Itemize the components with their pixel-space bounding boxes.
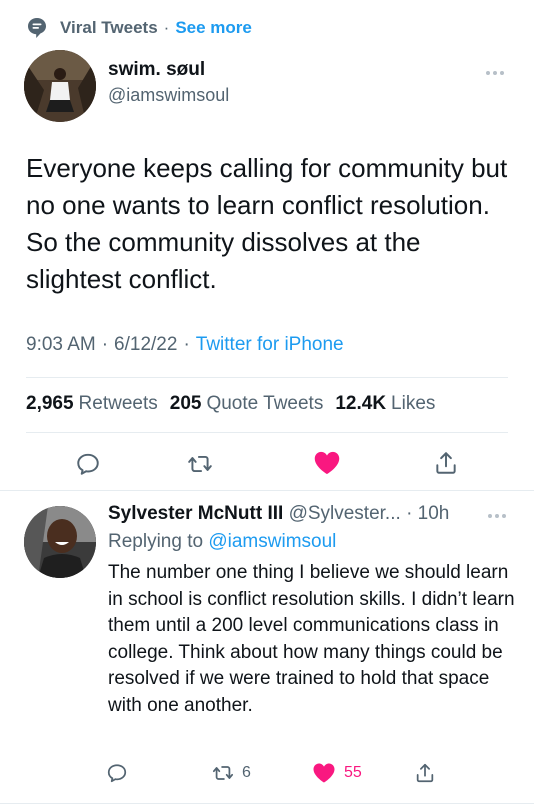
likes-stat[interactable]: 12.4K Likes	[335, 393, 447, 415]
reply-retweet-count: 6	[242, 764, 251, 781]
meta-separator: ·	[101, 334, 109, 355]
reply-header: Sylvester McNutt III @Sylvester... · 10h	[108, 500, 518, 528]
likes-count: 12.4K	[335, 393, 387, 414]
divider	[0, 490, 534, 491]
reply-like-button[interactable]: 55	[312, 760, 362, 786]
reply-avatar[interactable]	[24, 506, 96, 578]
likes-label: Likes	[391, 393, 436, 414]
replying-to: Replying to @iamswimsoul	[108, 528, 518, 556]
reply-separator: ·	[406, 503, 413, 524]
like-button[interactable]	[310, 447, 344, 479]
retweet-button[interactable]	[184, 448, 216, 480]
share-icon	[416, 763, 434, 783]
author-name[interactable]: swim. søul	[108, 58, 229, 82]
author-handle[interactable]: @iamswimsoul	[108, 82, 229, 108]
social-context[interactable]: Viral Tweets · See more	[26, 14, 252, 42]
reply-author-handle[interactable]: @Sylvester...	[289, 503, 401, 524]
quotes-label: Quote Tweets	[206, 393, 324, 414]
heart-icon	[313, 763, 335, 783]
divider	[26, 377, 508, 378]
context-label: Viral Tweets	[60, 18, 158, 37]
reply-author-name[interactable]: Sylvester McNutt III	[108, 503, 283, 524]
speech-bubble-icon	[26, 17, 48, 39]
retweets-stat[interactable]: 2,965 Retweets	[26, 393, 170, 415]
context-separator: ·	[163, 18, 170, 37]
meta-separator: ·	[183, 334, 190, 355]
tweet-date[interactable]: 6/12/22	[114, 334, 177, 356]
retweet-icon	[188, 455, 212, 473]
retweets-label: Retweets	[78, 393, 158, 414]
avatar[interactable]	[24, 50, 96, 122]
divider	[0, 803, 534, 804]
reply-more-options-icon[interactable]	[488, 512, 508, 520]
divider	[26, 432, 508, 433]
retweet-icon	[212, 766, 234, 780]
heart-icon	[314, 451, 340, 475]
quotes-stat[interactable]: 205 Quote Tweets	[170, 393, 336, 415]
reply-time[interactable]: 10h	[418, 503, 450, 524]
retweets-count: 2,965	[26, 393, 74, 414]
reply-button[interactable]	[72, 448, 104, 480]
reply-like-count: 55	[344, 764, 362, 781]
more-options-icon[interactable]	[486, 69, 506, 77]
replying-to-handle[interactable]: @iamswimsoul	[208, 531, 336, 552]
reply-retweet-button[interactable]: 6	[212, 760, 251, 786]
tweet-text: Everyone keeps calling for community but…	[26, 153, 508, 294]
replying-prefix: Replying to	[108, 531, 204, 552]
see-more-link[interactable]: See more	[175, 18, 252, 38]
share-icon	[436, 452, 456, 474]
tweet-time[interactable]: 9:03 AM	[26, 334, 96, 356]
reply-icon	[77, 453, 99, 475]
reply-share-button[interactable]	[414, 760, 436, 786]
tweet-author[interactable]: swim. søul @iamswimsoul	[24, 50, 229, 122]
reply-text: The number one thing I believe we should…	[108, 562, 515, 716]
reply-icon	[107, 764, 127, 783]
quotes-count: 205	[169, 393, 202, 414]
share-button[interactable]	[430, 447, 462, 479]
reply-reply-button[interactable]	[106, 760, 128, 786]
tweet-stats: 2,965 Retweets 205 Quote Tweets 12.4K Likes	[26, 393, 447, 415]
tweet-meta: 9:03 AM · 6/12/22 · Twitter for iPhone	[26, 334, 344, 356]
tweet-source[interactable]: Twitter for iPhone	[196, 334, 344, 356]
